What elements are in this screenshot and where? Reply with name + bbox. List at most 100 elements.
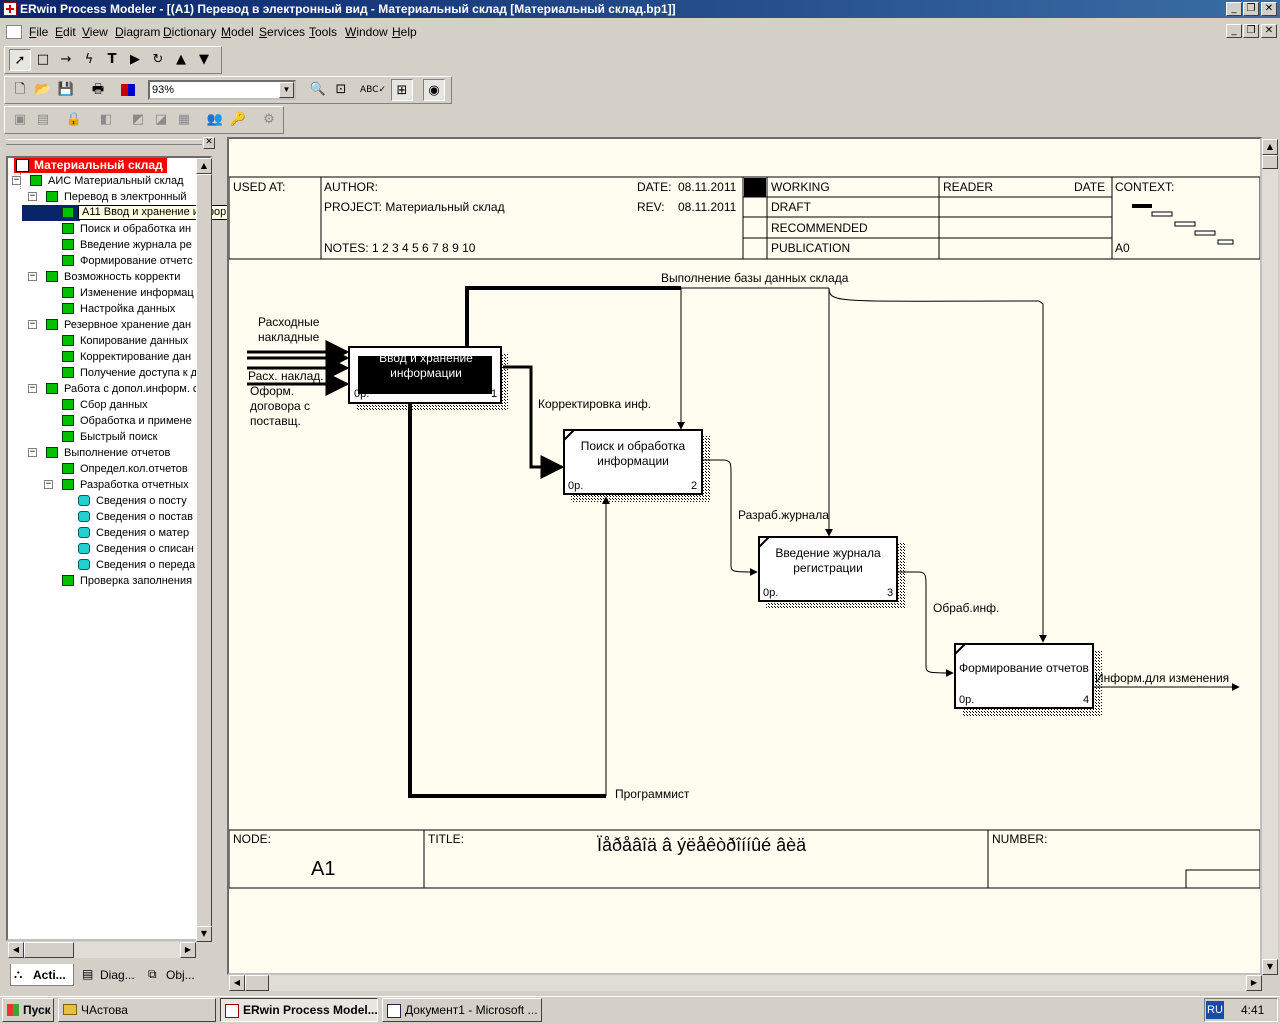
- status-publication: PUBLICATION: [771, 241, 851, 255]
- label-box1-to-box2[interactable]: Корректировка инф.: [538, 397, 651, 412]
- tree-node[interactable]: − Перевод в электронный: [28, 189, 187, 205]
- tree-node[interactable]: − Работа с допол.информ. с: [28, 381, 196, 397]
- label-input-3[interactable]: Оформ. договора с поставщ.: [250, 384, 310, 429]
- box-4-number: 4: [1083, 694, 1090, 706]
- context-box-2: [1151, 211, 1173, 217]
- zoom-fit-icon[interactable]: ⊡: [330, 79, 352, 101]
- collapse-icon[interactable]: −: [44, 480, 53, 489]
- label-control-top[interactable]: Выполнение базы данных склада: [661, 271, 848, 286]
- menu-tools[interactable]: Tools: [309, 25, 337, 39]
- canvas-scroll-right-icon[interactable]: ▶: [1246, 975, 1262, 991]
- tree-node[interactable]: Изменение информац: [62, 285, 194, 301]
- label-output-final[interactable]: Информ.для изменения: [1095, 671, 1229, 686]
- box-3-number: 3: [887, 587, 894, 599]
- collapse-icon[interactable]: −: [28, 272, 37, 281]
- zoom-icon[interactable]: 🔍: [307, 79, 329, 101]
- users-icon[interactable]: 👥: [204, 109, 226, 131]
- tree-node[interactable]: − Выполнение отчетов: [28, 445, 170, 461]
- chevron-down-icon[interactable]: ▼: [279, 82, 294, 98]
- box-2-cost: 0р.: [568, 480, 584, 492]
- tree-lines: [20, 173, 21, 189]
- scroll-left-icon[interactable]: ◀: [8, 942, 24, 958]
- tree-node-label: Проверка заполнения: [80, 575, 193, 587]
- collapse-icon[interactable]: −: [28, 384, 37, 393]
- scroll-down-icon[interactable]: ▼: [196, 926, 212, 942]
- tree-node[interactable]: − Возможность корректи: [28, 269, 180, 285]
- close-icon[interactable]: ✕: [1261, 2, 1277, 16]
- mdi-close-icon[interactable]: ✕: [1261, 24, 1277, 38]
- canvas-scroll-down-icon[interactable]: ▼: [1262, 959, 1278, 975]
- task-word[interactable]: Документ1 - Microsoft ...: [382, 998, 542, 1022]
- clock[interactable]: 4:41: [1241, 1003, 1264, 1017]
- task-folder[interactable]: ЧАстова: [58, 998, 216, 1022]
- tree-node[interactable]: Копирование данных: [62, 333, 188, 349]
- model-explorer-icon[interactable]: ⊞: [391, 79, 413, 101]
- tree-node[interactable]: Получение доступа к д: [62, 365, 196, 381]
- tree-vscrollbar[interactable]: ▲: [196, 158, 212, 941]
- tree-node[interactable]: Сведения о переда: [78, 557, 195, 573]
- tree-node[interactable]: Сбор данных: [62, 397, 148, 413]
- label-input-2[interactable]: Расх. наклад.: [248, 369, 324, 384]
- canvas-vscroll-thumb[interactable]: [1262, 155, 1278, 169]
- tree-node-label: Сведения о списан: [96, 543, 194, 555]
- tree-node[interactable]: − Разработка отчетных: [44, 477, 189, 493]
- key-icon[interactable]: 🔑: [227, 109, 249, 131]
- start-button[interactable]: Пуск: [2, 998, 54, 1022]
- mdi-restore-icon[interactable]: ❐: [1243, 24, 1259, 38]
- box-4[interactable]: [954, 643, 1094, 709]
- tree-node[interactable]: Сведения о матер: [78, 525, 189, 541]
- tree-node[interactable]: − АИС Материальный склад: [12, 173, 184, 189]
- tree-node[interactable]: Быстрый поиск: [62, 429, 157, 445]
- label-box3-to-box4[interactable]: Обраб.инф.: [933, 601, 999, 616]
- menu-model[interactable]: Model: [221, 25, 254, 39]
- canvas-scroll-left-icon[interactable]: ◀: [229, 975, 245, 991]
- tree-node[interactable]: Сведения о списан: [78, 541, 194, 557]
- activity-icon: [62, 399, 74, 410]
- mdi-minimize-icon[interactable]: _: [1226, 24, 1242, 38]
- tree-node[interactable]: Обработка и примене: [62, 413, 192, 429]
- tree-node[interactable]: Формирование отчетс: [62, 253, 193, 269]
- canvas-scroll-up-icon[interactable]: ▲: [1262, 139, 1278, 155]
- canvas-hscrollbar[interactable]: ◀ ▶: [229, 975, 1262, 991]
- menu-help[interactable]: Help: [392, 25, 417, 39]
- tree-node[interactable]: Определ.кол.отчетов: [62, 461, 188, 477]
- model-mart-icon[interactable]: ◉: [423, 79, 445, 101]
- activity-icon: [62, 223, 74, 234]
- label-input-1[interactable]: Расходные накладные: [258, 315, 319, 345]
- tree-node[interactable]: Поиск и обработка ин: [62, 221, 191, 237]
- scroll-right-icon[interactable]: ▶: [180, 942, 196, 958]
- tree-node[interactable]: − Резервное хранение дан: [28, 317, 191, 333]
- scroll-up-icon[interactable]: ▲: [196, 158, 212, 174]
- restore-icon[interactable]: ❐: [1243, 2, 1259, 16]
- collapse-icon[interactable]: −: [28, 192, 37, 201]
- panel-close-icon[interactable]: ✕: [203, 137, 215, 149]
- diagram-canvas[interactable]: USED AT: AUTHOR: PROJECT: Материальный с…: [227, 137, 1262, 975]
- task-erwin[interactable]: ERwin Process Model...: [220, 998, 378, 1022]
- hscroll-thumb[interactable]: [24, 942, 74, 958]
- label-box2-to-box3[interactable]: Разраб.журнала: [738, 508, 829, 523]
- erwin-icon: [225, 1004, 239, 1018]
- minimize-icon[interactable]: _: [1226, 2, 1242, 16]
- tree-node[interactable]: Сведения о посту: [78, 493, 187, 509]
- canvas-vscrollbar[interactable]: ▲ ▼: [1262, 139, 1278, 975]
- collapse-icon[interactable]: −: [28, 320, 37, 329]
- tree-node[interactable]: Проверка заполнения: [62, 573, 192, 589]
- settings-icon[interactable]: ⚙: [258, 109, 280, 131]
- tree-node[interactable]: Корректирование дан: [62, 349, 191, 365]
- tree-node[interactable]: Сведения о постав: [78, 509, 193, 525]
- canvas-hscroll-thumb[interactable]: [245, 975, 269, 991]
- tree-node-label: Введение журнала ре: [80, 239, 192, 251]
- go-to-decomp-icon[interactable]: ▼: [193, 49, 215, 71]
- tree-node[interactable]: Настройка данных: [62, 301, 175, 317]
- spell-check-icon[interactable]: ABC✓: [360, 79, 386, 101]
- tree-hscrollbar[interactable]: ◀ ▶: [8, 942, 196, 958]
- node-leaf-icon: [78, 559, 90, 570]
- label-mechanism[interactable]: Программист: [615, 787, 689, 802]
- used-at-label: USED AT:: [233, 180, 286, 194]
- tree-node[interactable]: Введение журнала ре: [62, 237, 192, 253]
- menu-window[interactable]: Window: [345, 25, 388, 39]
- footer-page-box: [1185, 869, 1260, 889]
- scroll-thumb[interactable]: [196, 174, 212, 939]
- menu-services[interactable]: Services: [259, 25, 305, 39]
- collapse-icon[interactable]: −: [28, 448, 37, 457]
